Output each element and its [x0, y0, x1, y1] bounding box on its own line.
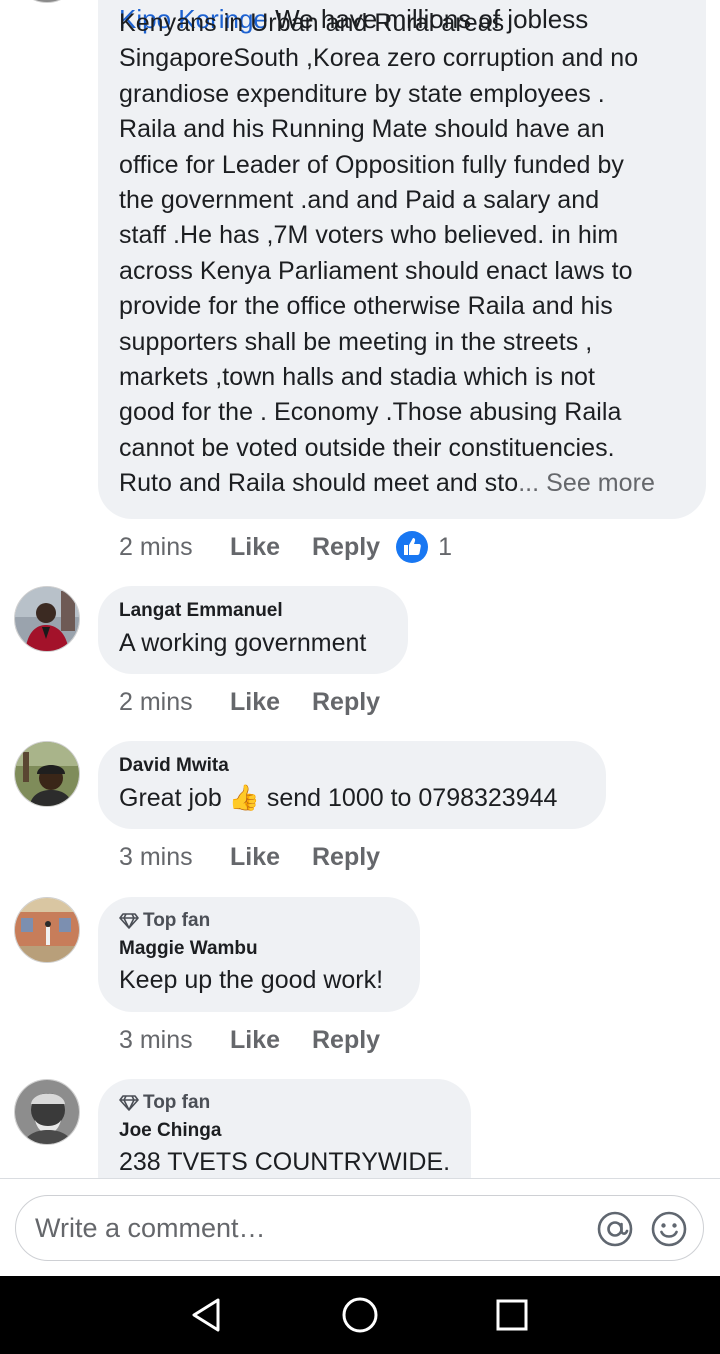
comment-bubble[interactable]: Top fan Maggie Wambu Keep up the good wo…	[98, 897, 420, 1012]
top-fan-badge: Top fan	[119, 1092, 450, 1114]
comment-author[interactable]: David Mwita	[119, 755, 585, 777]
see-more-link[interactable]: ... See more	[518, 469, 655, 497]
reaction-count: 1	[438, 532, 452, 561]
reply-button[interactable]: Reply	[312, 533, 380, 562]
diamond-icon	[119, 1095, 139, 1111]
avatar-photo	[15, 742, 79, 806]
home-circle-icon[interactable]	[340, 1295, 380, 1335]
comment-actions: 2 mins Like Reply 1	[119, 530, 452, 564]
reply-button[interactable]: Reply	[312, 1026, 380, 1055]
comment-text: Great job 👍 send 1000 to 0798323944	[119, 784, 558, 812]
reaction-summary[interactable]: 1	[396, 531, 452, 563]
comment-text: A working government	[119, 629, 367, 657]
comment-bubble[interactable]: David Mwita Great job 👍 send 1000 to 079…	[98, 741, 606, 829]
avatar-photo	[15, 898, 79, 962]
comment-author[interactable]: Maggie Wambu	[119, 938, 399, 960]
comment-text: 238 TVETS COUNTRYWIDE.	[119, 1148, 451, 1176]
comment-input-placeholder: Write a comment…	[35, 1213, 266, 1243]
like-button[interactable]: Like	[230, 843, 312, 872]
comment-bubble[interactable]: Langat Emmanuel A working government	[98, 586, 408, 674]
avatar-photo	[15, 1080, 79, 1144]
system-navigation-bar	[0, 1276, 720, 1354]
avatar[interactable]	[14, 897, 80, 963]
smiley-icon[interactable]	[650, 1210, 688, 1248]
comment-actions: 3 mins Like Reply	[119, 1023, 380, 1057]
like-button[interactable]: Like	[230, 1026, 312, 1055]
avatar[interactable]	[14, 741, 80, 807]
diamond-icon	[119, 913, 139, 929]
at-icon[interactable]	[596, 1210, 634, 1248]
comment-last-line: Ruto and Raila should meet and sto... Se…	[119, 469, 655, 498]
comment-time: 2 mins	[119, 687, 193, 716]
comment-author[interactable]: Langat Emmanuel	[119, 600, 387, 622]
comment-text: Kenyans in Urban and Rural areas Singapo…	[119, 6, 655, 501]
comment-time: 3 mins	[119, 842, 193, 871]
comments-feed[interactable]: Kipo Koringe We have millions of jobless…	[0, 0, 720, 1178]
comment-author[interactable]: Joe Chinga	[119, 1120, 450, 1142]
comment-bubble[interactable]: Top fan Joe Chinga 238 TVETS COUNTRYWIDE…	[98, 1079, 471, 1178]
comment-time: 2 mins	[119, 532, 193, 561]
comment-composer-bar: Write a comment…	[0, 1178, 720, 1277]
like-button[interactable]: Like	[230, 688, 312, 717]
avatar[interactable]	[14, 0, 80, 3]
comment-text: Keep up the good work!	[119, 966, 384, 994]
reply-button[interactable]: Reply	[312, 688, 380, 717]
like-reaction-icon	[396, 531, 429, 563]
comment-bubble[interactable]: Kipo Koringe We have millions of jobless…	[98, 0, 706, 519]
comment-time: 3 mins	[119, 1025, 193, 1054]
comment-actions: 2 mins Like Reply	[119, 685, 380, 719]
thumbs-up-emoji-icon: 👍	[228, 784, 260, 812]
reply-button[interactable]: Reply	[312, 843, 380, 872]
recents-square-icon[interactable]	[492, 1295, 532, 1335]
back-triangle-icon[interactable]	[186, 1295, 226, 1335]
comment-actions: 3 mins Like Reply	[119, 840, 380, 874]
avatar[interactable]	[14, 1079, 80, 1145]
top-fan-badge: Top fan	[119, 910, 399, 932]
comment-input[interactable]: Write a comment…	[15, 1195, 704, 1261]
avatar-photo	[15, 587, 79, 651]
like-button[interactable]: Like	[230, 533, 312, 562]
avatar[interactable]	[14, 586, 80, 652]
